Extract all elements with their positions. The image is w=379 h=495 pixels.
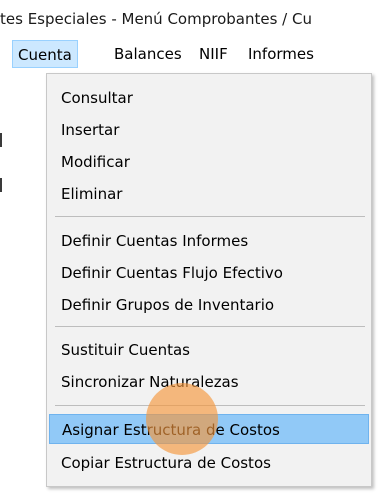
menu-item-definir-cuentas-flujo-efectivo[interactable]: Definir Cuentas Flujo Efectivo	[49, 258, 369, 288]
window-titlebar: tes Especiales - Menú Comprobantes / Cu	[0, 0, 379, 36]
menu-item-sincronizar-naturalezas[interactable]: Sincronizar Naturalezas	[49, 367, 369, 397]
menu-item-sustituir-cuentas[interactable]: Sustituir Cuentas	[49, 335, 369, 365]
menu-item-consultar[interactable]: Consultar	[49, 83, 369, 113]
menu-item-eliminar[interactable]: Eliminar	[49, 179, 369, 209]
cuenta-dropdown-menu: Consultar Insertar Modificar Eliminar De…	[46, 73, 372, 487]
menu-informes[interactable]: Informes	[243, 40, 319, 68]
menu-niif[interactable]: NIIF	[194, 40, 233, 68]
menu-item-modificar[interactable]: Modificar	[49, 147, 369, 177]
window-title: tes Especiales - Menú Comprobantes / Cu	[0, 10, 312, 28]
menu-separator	[55, 326, 365, 327]
menu-separator	[55, 216, 365, 217]
menu-separator	[55, 405, 365, 406]
menu-balances[interactable]: Balances	[109, 40, 187, 68]
menu-item-insertar[interactable]: Insertar	[49, 115, 369, 145]
menu-item-definir-cuentas-informes[interactable]: Definir Cuentas Informes	[49, 226, 369, 256]
menu-item-definir-grupos-inventario[interactable]: Definir Grupos de Inventario	[49, 290, 369, 320]
menu-item-asignar-estructura-costos[interactable]: Asignar Estructura de Costos	[49, 414, 369, 444]
menu-cuenta[interactable]: Cuenta	[12, 40, 78, 68]
menu-item-copiar-estructura-costos[interactable]: Copiar Estructura de Costos	[49, 448, 369, 478]
